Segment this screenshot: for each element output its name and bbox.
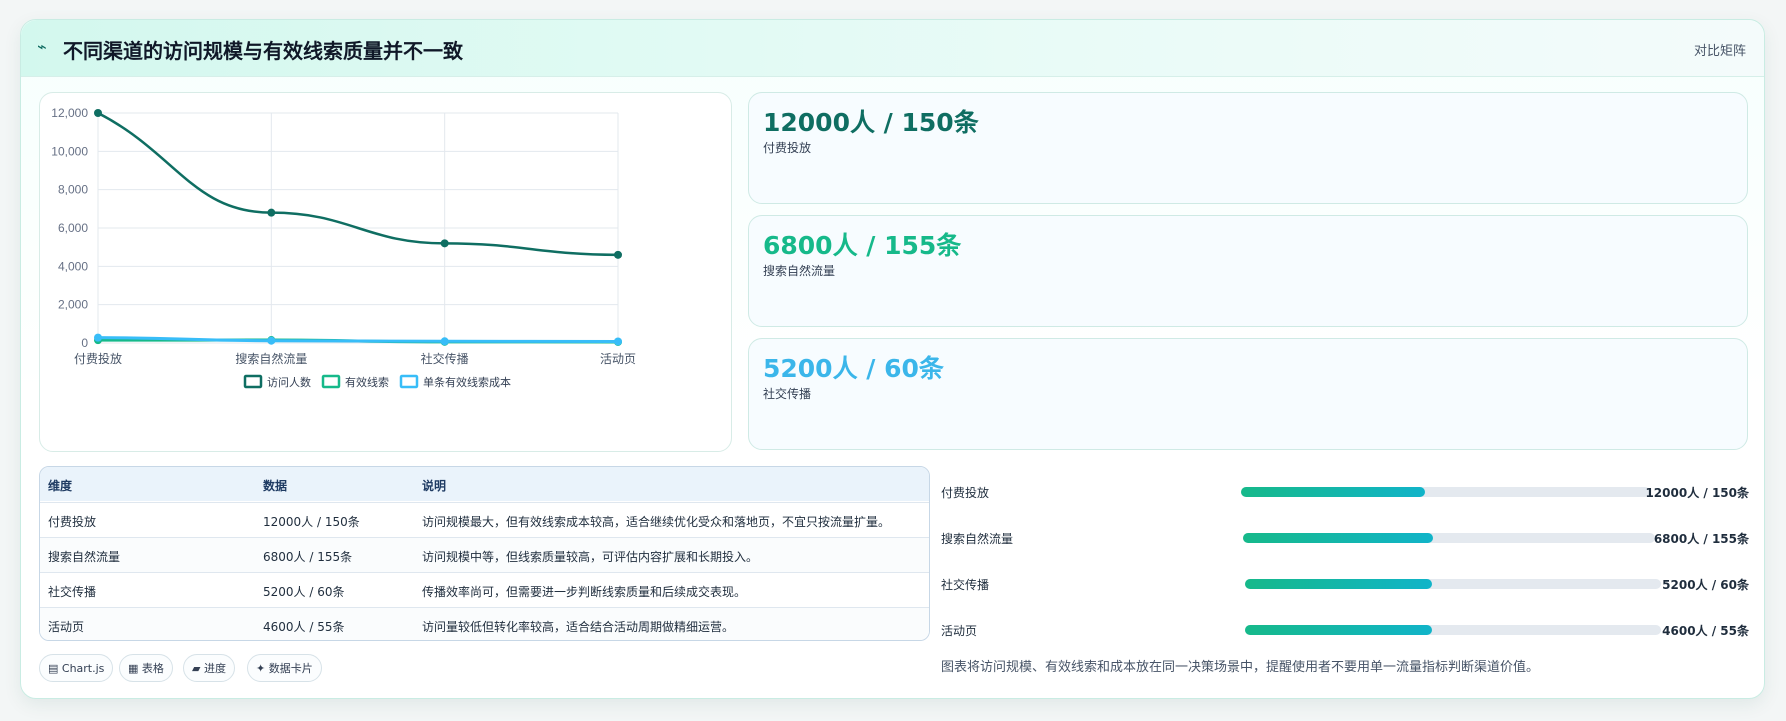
- progress-row-paid: 付费投放 12000人 / 150条: [941, 481, 1749, 501]
- progress-row-social: 社交传播 5200人 / 60条: [941, 573, 1749, 593]
- progress-track: [1241, 487, 1650, 497]
- progress-fill: [1241, 487, 1426, 497]
- progress-value: 4600人 / 55条: [1662, 624, 1749, 638]
- kpi-value: 12000人 / 150条: [763, 108, 979, 137]
- table-cell: 访问规模中等，但线索质量较高，可评估内容扩展和长期投入。: [422, 550, 759, 564]
- y-tick-label: 4,000: [58, 259, 88, 273]
- footnote: 图表将访问规模、有效线索和成本放在同一决策场景中，提醒使用者不要用单一流量指标判…: [941, 660, 1540, 675]
- wave-icon: ⌁: [37, 37, 47, 56]
- table-cell: 6800人 / 155条: [263, 550, 353, 564]
- y-tick-label: 12,000: [51, 106, 88, 120]
- y-tick-label: 0: [81, 336, 88, 350]
- legend-label: 访问人数: [267, 376, 311, 389]
- y-tick-label: 10,000: [51, 144, 88, 158]
- data-table: 维度 数据 说明 付费投放 12000人 / 150条 访问规模最大，但有效线索…: [39, 466, 930, 641]
- column-header: 说明: [422, 479, 447, 493]
- table-cell: 传播效率尚可，但需要进一步判断线索质量和后续成交表现。: [422, 585, 747, 599]
- table-row: 活动页 4600人 / 55条 访问量较低但转化率较高，适合结合活动周期做精细运…: [40, 607, 929, 640]
- progress-row-search: 搜索自然流量 6800人 / 155条: [941, 527, 1749, 547]
- table-cell: 搜索自然流量: [48, 550, 121, 564]
- table-row: 付费投放 12000人 / 150条 访问规模最大，但有效线索成本较高，适合继续…: [40, 502, 929, 537]
- data-point: [614, 250, 622, 259]
- progress-value: 12000人 / 150条: [1645, 486, 1749, 500]
- card-title: 不同渠道的访问规模与有效线索质量并不一致: [63, 39, 463, 63]
- y-tick-label: 2,000: [58, 298, 88, 312]
- progress-value: 6800人 / 155条: [1653, 532, 1749, 546]
- table-cell: 付费投放: [48, 515, 97, 529]
- kpi-label: 社交传播: [763, 387, 812, 401]
- chip-chartjs: ▤ Chart.js: [39, 654, 114, 682]
- kpi-card-social: 5200人 / 60条 社交传播: [748, 338, 1748, 450]
- chip-table: ▦ 表格: [119, 654, 173, 682]
- progress-track: [1243, 533, 1655, 543]
- table-cell: 活动页: [48, 620, 85, 634]
- chip-data-cards: ✦ 数据卡片: [247, 654, 322, 682]
- progress-fill: [1245, 625, 1433, 635]
- progress-value: 5200人 / 60条: [1662, 578, 1749, 592]
- data-point: [267, 208, 276, 217]
- progress-track: [1245, 625, 1661, 635]
- header-tag: 对比矩阵: [1693, 44, 1746, 59]
- table-cell: 社交传播: [48, 585, 97, 599]
- kpi-label: 付费投放: [763, 141, 812, 155]
- x-tick-label: 搜索自然流量: [235, 351, 307, 366]
- progress-fill: [1243, 533, 1433, 543]
- data-point: [440, 337, 449, 346]
- data-point: [267, 336, 276, 345]
- data-point: [614, 337, 622, 346]
- column-header: 维度: [48, 479, 73, 493]
- card-header: ⌁ 不同渠道的访问规模与有效线索质量并不一致 对比矩阵: [21, 20, 1764, 77]
- progress-label: 付费投放: [941, 486, 990, 500]
- y-tick-label: 6,000: [58, 221, 88, 235]
- table-row: 社交传播 5200人 / 60条 传播效率尚可，但需要进一步判断线索质量和后续成…: [40, 572, 929, 607]
- table-cell: 5200人 / 60条: [263, 585, 345, 599]
- table-cell: 12000人 / 150条: [263, 515, 360, 529]
- progress-label: 搜索自然流量: [941, 532, 1014, 546]
- legend-swatch: [321, 374, 341, 389]
- data-point: [94, 333, 102, 342]
- progress-row-event: 活动页 4600人 / 55条: [941, 619, 1749, 639]
- legend-label: 有效线索: [345, 375, 389, 389]
- data-point: [94, 109, 102, 117]
- kpi-card-paid: 12000人 / 150条 付费投放: [748, 92, 1748, 204]
- line-chart-panel: 0 2,000 4,000 6,000 8,000 10,000 12,000 付费投放 搜索自…: [39, 92, 732, 452]
- kpi-value: 5200人 / 60条: [763, 354, 944, 383]
- x-tick-label: 社交传播: [421, 351, 469, 366]
- progress-label: 社交传播: [941, 578, 990, 592]
- progress-label: 活动页: [941, 624, 978, 638]
- table-row: 搜索自然流量 6800人 / 155条 访问规模中等，但线索质量较高，可评估内容…: [40, 537, 929, 572]
- legend-label: 单条有效线索成本: [423, 375, 511, 389]
- kpi-label: 搜索自然流量: [763, 264, 836, 278]
- table-cell: 4600人 / 55条: [263, 620, 345, 634]
- legend-swatch: [243, 374, 263, 389]
- y-tick-label: 8,000: [58, 183, 88, 197]
- comparison-card: ⌁ 不同渠道的访问规模与有效线索质量并不一致 对比矩阵 0 2,000 4,000 6…: [20, 19, 1765, 699]
- kpi-card-search: 6800人 / 155条 搜索自然流量: [748, 215, 1748, 327]
- x-tick-label: 付费投放: [74, 351, 122, 366]
- line-chart: 0 2,000 4,000 6,000 8,000 10,000 12,000 付费投放 搜索自…: [51, 106, 636, 389]
- table-header-row: 维度 数据 说明: [40, 467, 929, 501]
- x-tick-label: 活动页: [600, 352, 636, 366]
- kpi-value: 6800人 / 155条: [763, 231, 962, 260]
- column-header: 数据: [263, 479, 288, 493]
- series-line: [97, 111, 619, 257]
- table-cell: 访问量较低但转化率较高，适合结合活动周期做精细运营。: [422, 620, 735, 634]
- data-point: [440, 239, 449, 248]
- progress-fill: [1245, 579, 1433, 589]
- table-cell: 访问规模最大，但有效线索成本较高，适合继续优化受众和落地页，不宜只按流量扩量。: [422, 515, 891, 529]
- legend-swatch: [399, 374, 419, 389]
- progress-track: [1245, 579, 1661, 589]
- chip-progress: ▰ 进度: [183, 654, 235, 682]
